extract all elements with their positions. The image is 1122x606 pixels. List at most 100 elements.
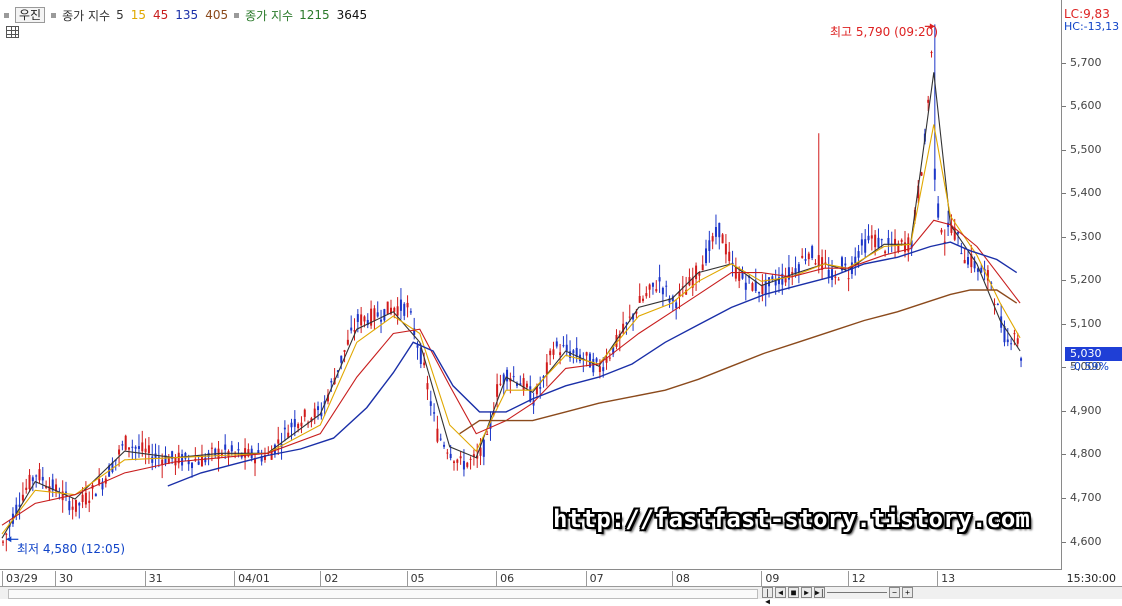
candle-body (860, 239, 863, 246)
zoom-in-icon[interactable]: + (902, 587, 913, 598)
legend-square-icon (51, 12, 57, 18)
price-tick-label: 5,600 (1062, 99, 1102, 113)
candle-body (443, 444, 446, 447)
candle-body (230, 445, 233, 452)
ma2-period-1215[interactable]: 1215 (299, 8, 330, 22)
candle-body (572, 350, 575, 354)
candle-body (714, 227, 717, 237)
candle-body (376, 312, 379, 317)
candle-body (718, 222, 721, 238)
candle-body (884, 251, 887, 254)
ma-label[interactable]: 종가 지수 (62, 7, 110, 24)
candle-body (41, 476, 44, 481)
price-axis[interactable]: LC:9,83 HC:-13,13 4,600 4,700 4,800 4,900 5,… (1062, 0, 1122, 570)
candle-body (118, 449, 121, 455)
date-tick-label: 05 (406, 571, 425, 586)
candle-body (386, 301, 389, 314)
candle-body (784, 278, 787, 283)
ma-period-15[interactable]: 15 (131, 8, 146, 22)
candle-body (966, 257, 969, 265)
candle-body (827, 269, 830, 278)
candle-body (220, 453, 223, 456)
stop-icon[interactable]: ■ (788, 587, 799, 598)
candle-body (38, 469, 41, 481)
ma-period-5[interactable]: 5 (116, 8, 124, 22)
candle-body (724, 243, 727, 255)
candle-body (31, 477, 34, 482)
candle-body (728, 251, 731, 262)
candle-body (880, 239, 883, 241)
price-tick-label: 5,700 (1062, 55, 1102, 69)
candle-body (353, 330, 356, 332)
horizontal-scrollbar[interactable] (8, 589, 758, 599)
candle-body (658, 277, 661, 282)
scroll-last-icon[interactable]: ▶| (814, 587, 825, 598)
price-tick-label: 5,300 (1062, 229, 1102, 243)
candle-body (237, 449, 240, 451)
ma2-label[interactable]: 종가 지수 (245, 7, 293, 24)
candle-body (661, 287, 664, 295)
date-tick-label: 08 (671, 571, 690, 586)
candle-body (449, 453, 452, 459)
date-tick-label: 04/01 (234, 571, 270, 586)
candle-body (433, 412, 436, 414)
ma-periods: 5 15 45 135 405 (116, 8, 228, 22)
candle-body (592, 358, 595, 373)
ma-period-135[interactable]: 135 (175, 8, 198, 22)
candle-body (499, 383, 502, 385)
candle-body (293, 418, 296, 427)
candle-body (396, 306, 399, 316)
candle-body (482, 439, 485, 457)
candle-body (900, 239, 903, 242)
ma-period-45[interactable]: 45 (153, 8, 168, 22)
price-tick-label: 4,600 (1062, 534, 1102, 548)
candle-body (648, 284, 651, 290)
candle-body (94, 493, 97, 497)
candle-body (744, 282, 747, 290)
candle-body (804, 259, 807, 261)
candle-body (837, 279, 840, 281)
candle-body (1010, 343, 1013, 345)
chart-area[interactable]: 우진 종가 지수 5 15 45 135 405 종가 지수 1215 3645 최고 5… (0, 0, 1062, 570)
ma2-period-3645[interactable]: 3645 (337, 8, 368, 22)
date-tick-label: 09 (761, 571, 779, 586)
lc-readout: LC:9,83 (1064, 7, 1110, 21)
date-tick-label: 13 (937, 571, 955, 586)
candle-body (602, 367, 605, 372)
candle-body (5, 533, 8, 535)
candle-body (436, 428, 439, 442)
scroll-prev-icon[interactable]: ◀ (775, 587, 786, 598)
candle-body (181, 454, 184, 466)
candle-body (423, 362, 426, 366)
zoom-track[interactable] (827, 592, 887, 599)
candle-body (867, 235, 870, 241)
date-tick-label: 06 (496, 571, 514, 586)
candle-body (512, 376, 515, 378)
candle-body (81, 494, 84, 502)
candle-body (608, 357, 611, 359)
candle-body (283, 427, 286, 430)
time-axis[interactable]: 03/29 30 31 04/01 02 05 06 07 08 09 12 13 (0, 570, 1062, 587)
grid-icon[interactable] (6, 26, 19, 38)
ma-period-405[interactable]: 405 (205, 8, 228, 22)
candle-body (847, 278, 850, 280)
candle-body (625, 322, 628, 324)
candle-body (565, 344, 568, 351)
candle-body (920, 172, 923, 176)
candle-body (940, 229, 943, 233)
candle-body (628, 316, 631, 318)
candle-body (124, 435, 127, 450)
candle-body (831, 269, 834, 280)
candle-body (764, 279, 767, 295)
candle-body (1016, 338, 1019, 344)
candle-body (844, 263, 847, 266)
scroll-first-icon[interactable]: |◀ (762, 587, 773, 606)
security-name[interactable]: 우진 (15, 7, 46, 23)
candle-body (147, 445, 150, 454)
scroll-next-icon[interactable]: ▶ (801, 587, 812, 598)
candle-body (695, 265, 698, 280)
candle-body (380, 319, 383, 322)
zoom-out-icon[interactable]: − (889, 587, 900, 598)
candle-body (330, 380, 333, 383)
candle-body (200, 455, 203, 467)
